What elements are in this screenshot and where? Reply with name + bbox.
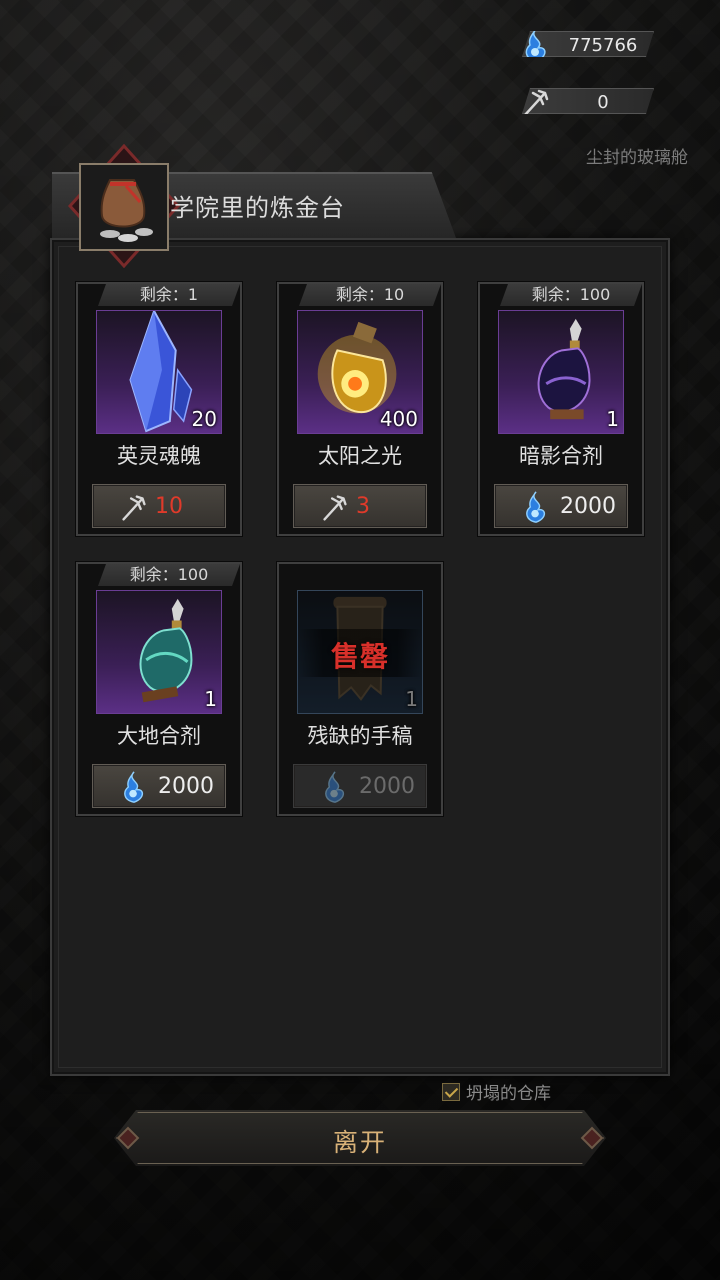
item-name: 暗影合剂 (519, 444, 603, 468)
item-quantity: 1 (606, 407, 619, 431)
silver-trident-icon (122, 495, 146, 521)
item-thumbnail: 售罄 1 (297, 590, 423, 714)
item-price: 2000 (560, 494, 616, 519)
stock-label: 剩余：1 (98, 284, 240, 306)
item-quantity: 1 (204, 687, 217, 711)
leave-button-label: 离开 (332, 1128, 387, 1157)
item-price: 2000 (359, 774, 415, 799)
location-label: 尘封的玻璃舱 (586, 148, 688, 168)
shop-item-card: 售罄 1 残缺的手稿 2000 (277, 562, 443, 816)
item-price: 10 (155, 494, 183, 519)
item-name: 残缺的手稿 (307, 724, 413, 748)
warehouse-checkbox[interactable]: 坍塌的仓库 (442, 1079, 551, 1104)
silver-trident-icon (323, 495, 347, 521)
shop-item-card: 剩余：100 1 大地合剂 2000 (76, 562, 242, 816)
blue-soul-flame-icon (526, 491, 546, 523)
item-thumbnail[interactable]: 400 (297, 310, 423, 434)
shop-item-card: 剩余：10 400 太阳之光 3 (277, 282, 443, 536)
shop-title: 学院里的炼金台 (170, 194, 345, 222)
soul-currency-value: 775766 (568, 35, 638, 56)
trident-currency-value: 0 (597, 92, 609, 113)
buy-button[interactable]: 2000 (494, 484, 628, 528)
stock-label: 剩余：10 (299, 284, 441, 306)
checkmark-icon (442, 1082, 460, 1101)
sold-out-label: 售罄 (330, 640, 389, 673)
stock-label: 剩余：100 (98, 564, 240, 586)
blue-soul-flame-icon (124, 771, 144, 803)
item-thumbnail[interactable]: 1 (498, 310, 624, 434)
buy-button[interactable]: 3 (293, 484, 427, 528)
buy-button-disabled: 2000 (293, 764, 427, 808)
item-quantity: 400 (379, 407, 418, 431)
shop-item-card: 剩余：1 20 英灵魂魄 10 (76, 282, 242, 536)
shadow-potion-icon (537, 318, 591, 420)
buy-button[interactable]: 2000 (92, 764, 226, 808)
earth-potion-icon (139, 598, 193, 703)
warehouse-label: 坍塌的仓库 (466, 1084, 551, 1104)
shop-item-card: 剩余：100 1 暗影合剂 2000 (478, 282, 644, 536)
coin-pouch-emblem-icon (67, 144, 181, 268)
stock-label: 剩余：100 (500, 284, 642, 306)
item-quantity: 20 (191, 407, 217, 431)
item-quantity: 1 (405, 687, 418, 711)
leave-button[interactable]: 离开 (114, 1110, 606, 1166)
item-name: 大地合剂 (117, 724, 201, 748)
item-price: 3 (356, 494, 370, 519)
item-price: 2000 (158, 774, 214, 799)
item-name: 太阳之光 (318, 444, 402, 468)
item-thumbnail[interactable]: 1 (96, 590, 222, 714)
soul-currency-display: 775766 (522, 31, 654, 57)
buy-button[interactable]: 10 (92, 484, 226, 528)
blue-soul-flame-icon (325, 771, 345, 803)
trident-currency-display: 0 (522, 88, 654, 114)
item-name: 英灵魂魄 (117, 444, 201, 468)
item-thumbnail[interactable]: 20 (96, 310, 222, 434)
